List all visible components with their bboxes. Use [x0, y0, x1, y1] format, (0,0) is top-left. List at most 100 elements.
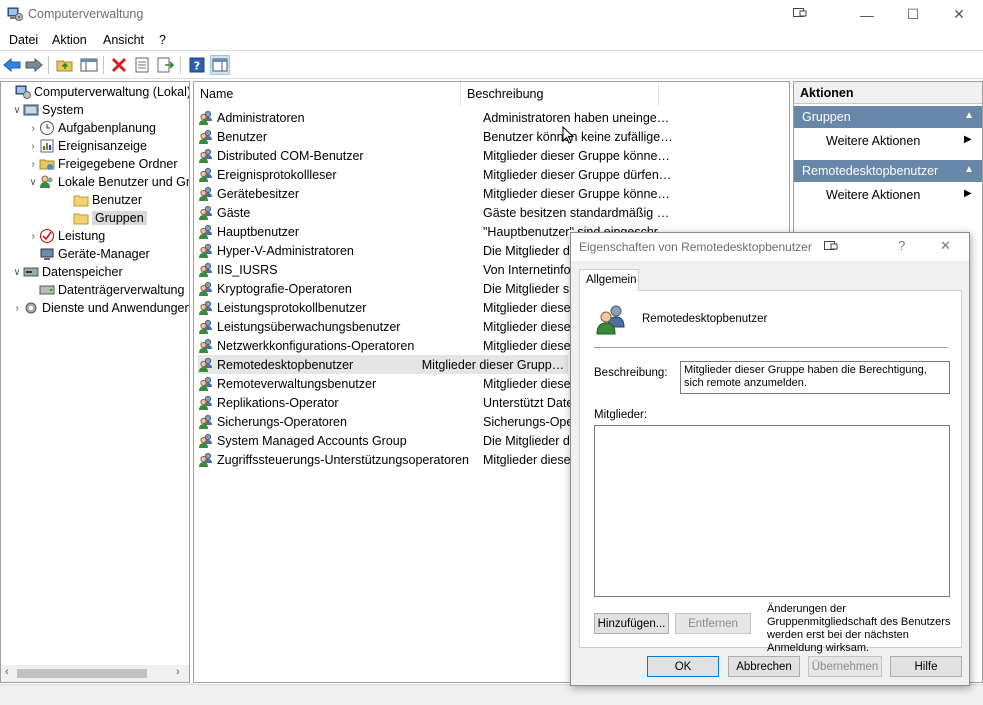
group-name-cell: Distributed COM-Benutzer: [217, 148, 364, 163]
table-row[interactable]: Remotedesktopbenutzer Mitglieder dieser G…: [198, 355, 568, 374]
dialog-title-bar[interactable]: Eigenschaften von Remotedesktopbenutzer …: [571, 233, 969, 261]
expander-icon[interactable]: ›: [11, 303, 23, 314]
tree-node[interactable]: › Freigegebene Ordner: [27, 155, 177, 173]
group-icon: [199, 338, 212, 353]
minimize-button[interactable]: —: [844, 0, 890, 29]
group-icon: [199, 433, 212, 448]
apply-button[interactable]: Übernehmen: [808, 656, 882, 677]
export-list-icon[interactable]: [156, 55, 176, 75]
table-row[interactable]: Gäste Gäste besitzen standardmäßig die...: [198, 203, 789, 222]
group-icon: [199, 224, 212, 239]
svg-text:?: ?: [194, 60, 200, 73]
action-more-actions-2[interactable]: Weitere Aktionen ▶: [826, 188, 972, 202]
scroll-thumb[interactable]: [17, 669, 147, 678]
expander-icon[interactable]: ›: [27, 123, 39, 134]
tree-node[interactable]: ∨ System: [11, 101, 83, 119]
show-action-pane-icon[interactable]: [210, 55, 230, 75]
ok-button[interactable]: OK: [647, 656, 719, 677]
column-header-description[interactable]: Beschreibung: [461, 82, 659, 106]
add-member-button[interactable]: Hinzufügen...: [594, 613, 669, 634]
menu-aktion[interactable]: Aktion: [52, 33, 87, 47]
console-tree[interactable]: Computerverwaltung (Lokal) ∨ System › Aufgab…: [0, 81, 190, 683]
tree-node-label: Aufgabenplanung: [58, 121, 157, 135]
actions-group-gruppen[interactable]: Gruppen ▲: [794, 106, 982, 128]
group-name-cell: Replikations-Operator: [217, 395, 339, 410]
table-row[interactable]: Benutzer Benutzer können keine zufälligen…: [198, 127, 789, 146]
description-field[interactable]: Mitglieder dieser Gruppe haben die Berec…: [680, 361, 950, 394]
group-icon: [199, 186, 212, 201]
snap-icon[interactable]: [824, 240, 838, 255]
group-name-cell: Remotedesktopbenutzer: [217, 357, 354, 372]
show-hide-tree-icon[interactable]: [79, 55, 99, 75]
members-list[interactable]: [594, 425, 950, 597]
action-more-actions-1[interactable]: Weitere Aktionen ▶: [826, 134, 972, 148]
actions-group-remotedesktopbenutzer[interactable]: Remotedesktopbenutzer ▲: [794, 160, 982, 182]
help-icon[interactable]: ?: [187, 55, 207, 75]
back-icon[interactable]: [2, 55, 22, 75]
collapse-icon[interactable]: ▲: [964, 110, 974, 121]
tree-node[interactable]: › Dienste und Anwendungen: [11, 299, 189, 317]
tree-node[interactable]: ∨ Datenspeicher: [11, 263, 123, 281]
tree-horizontal-scrollbar[interactable]: ‹ ›: [1, 665, 189, 682]
title-bar: Computerverwaltung — ☐ ✕: [0, 0, 983, 29]
folder-icon: [73, 195, 89, 207]
expander-icon[interactable]: ∨: [11, 105, 23, 116]
menu-bar: Datei Aktion Ansicht ?: [0, 29, 983, 51]
tree-node[interactable]: Computerverwaltung (Lokal): [3, 83, 189, 101]
column-header-name[interactable]: Name: [194, 82, 461, 106]
table-row[interactable]: Gerätebesitzer Mitglieder dieser Gruppe k…: [198, 184, 789, 203]
group-description-cell: Mitglieder dieser Gruppe haben d...: [421, 357, 568, 372]
tree-node[interactable]: Geräte-Manager: [27, 245, 150, 263]
table-row[interactable]: Administratoren Administratoren haben une…: [198, 108, 789, 127]
delete-icon[interactable]: [109, 55, 129, 75]
dialog-close-button[interactable]: ✕: [940, 238, 951, 254]
expander-icon[interactable]: ∨: [27, 177, 39, 188]
maximize-button[interactable]: ☐: [890, 0, 936, 29]
table-row[interactable]: Ereignisprotokollleser Mitglieder dieser …: [198, 165, 789, 184]
expander-icon[interactable]: ›: [27, 231, 39, 242]
help-button[interactable]: Hilfe: [890, 656, 962, 677]
scroll-left-icon[interactable]: ‹: [5, 666, 9, 678]
remove-member-button[interactable]: Entfernen: [675, 613, 751, 634]
tree-node[interactable]: Gruppen: [61, 209, 147, 227]
collapse-icon[interactable]: ▲: [964, 164, 974, 175]
forward-icon[interactable]: [24, 55, 44, 75]
expander-icon[interactable]: ›: [27, 159, 39, 170]
cancel-button[interactable]: Abbrechen: [728, 656, 800, 677]
menu-ansicht[interactable]: Ansicht: [103, 33, 144, 47]
scroll-right-icon[interactable]: ›: [176, 666, 180, 678]
group-icon: [199, 148, 212, 163]
group-icon: [199, 300, 212, 315]
tab-allgemein[interactable]: Allgemein: [579, 269, 639, 291]
group-description-cell: Mitglieder dieser Gruppe dürfen E...: [483, 167, 673, 182]
separator: [594, 347, 948, 348]
up-folder-icon[interactable]: [55, 55, 75, 75]
group-icon: [199, 319, 212, 334]
tree-node[interactable]: › Leistung: [27, 227, 105, 245]
group-name-cell: IIS_IUSRS: [217, 262, 278, 277]
expander-icon[interactable]: ›: [27, 141, 39, 152]
tree-node[interactable]: ∨ Lokale Benutzer und Gr: [27, 173, 189, 191]
dialog-help-button[interactable]: ?: [898, 238, 905, 253]
tree-node[interactable]: › Ereignisanzeige: [27, 137, 147, 155]
tree-node-label: Leistung: [58, 229, 106, 243]
group-name-cell: Remoteverwaltungsbenutzer: [217, 376, 377, 391]
tree-node-label: Datenspeicher: [42, 265, 123, 279]
snap-icon[interactable]: [793, 7, 807, 22]
performance-icon: [40, 229, 54, 243]
close-button[interactable]: ✕: [936, 0, 982, 29]
group-name-cell: Hyper-V-Administratoren: [217, 243, 354, 258]
group-name-cell: Sicherungs-Operatoren: [217, 414, 347, 429]
menu-datei[interactable]: Datei: [9, 33, 38, 47]
menu-help[interactable]: ?: [159, 33, 166, 47]
tree-node[interactable]: Benutzer: [61, 191, 142, 209]
table-row[interactable]: Distributed COM-Benutzer Mitglieder diese…: [198, 146, 789, 165]
tree-node[interactable]: Datenträgerverwaltung: [27, 281, 184, 299]
group-icon: [199, 357, 212, 372]
tree-node[interactable]: › Aufgabenplanung: [27, 119, 156, 137]
tree-node-label: Gruppen: [92, 211, 147, 225]
group-name-cell: System Managed Accounts Group: [217, 433, 407, 448]
expander-icon[interactable]: ∨: [11, 267, 23, 278]
services-icon: [25, 302, 37, 314]
properties-icon[interactable]: [132, 55, 152, 75]
